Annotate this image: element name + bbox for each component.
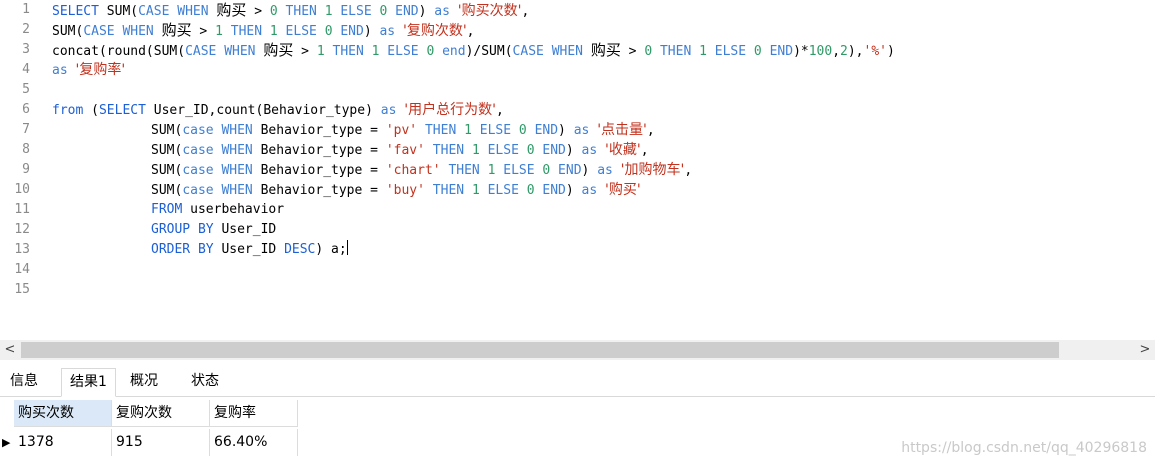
line-number: 12: [14, 222, 30, 237]
tab-profile[interactable]: 概况: [122, 368, 166, 396]
code-line[interactable]: as '复购率': [52, 60, 1155, 81]
table-cell[interactable]: 1378: [14, 429, 112, 456]
code-line[interactable]: SUM(case WHEN Behavior_type = 'fav' THEN…: [151, 140, 1155, 161]
line-number: 5: [22, 82, 30, 97]
column-header[interactable]: 购买次数: [14, 400, 112, 427]
watermark: https://blog.csdn.net/qq_40296818: [901, 440, 1147, 456]
line-number: 14: [14, 262, 30, 277]
line-number: 9: [22, 162, 30, 177]
line-number: 15: [14, 282, 30, 297]
line-number: 7: [22, 122, 30, 137]
line-number: 10: [14, 182, 30, 197]
code-line[interactable]: ORDER BY User_ID DESC) a;: [151, 240, 1155, 260]
code-line[interactable]: SUM(case WHEN Behavior_type = 'buy' THEN…: [151, 180, 1155, 201]
tab-result1[interactable]: 结果1: [61, 368, 116, 397]
sql-editor[interactable]: 1 2 3 4 5 6 7 8 9 10 11 12 13 14 15 SELE…: [0, 0, 1155, 340]
line-number: 13: [14, 242, 30, 257]
table-cell[interactable]: 66.40%: [210, 429, 298, 456]
code-line[interactable]: SELECT SUM(CASE WHEN 购买 > 0 THEN 1 ELSE …: [52, 0, 1155, 22]
line-number: 2: [22, 22, 30, 37]
code-line[interactable]: concat(round(SUM(CASE WHEN 购买 > 1 THEN 1…: [52, 40, 1155, 62]
line-number-gutter: 1 2 3 4 5 6 7 8 9 10 11 12 13 14 15: [0, 0, 46, 340]
code-line[interactable]: SUM(case WHEN Behavior_type = 'chart' TH…: [151, 160, 1155, 181]
code-line[interactable]: GROUP BY User_ID: [151, 220, 1155, 240]
code-line[interactable]: FROM userbehavior: [151, 200, 1155, 220]
table-cell[interactable]: 915: [112, 429, 210, 456]
code-line[interactable]: SUM(CASE WHEN 购买 > 1 THEN 1 ELSE 0 END) …: [52, 20, 1155, 42]
horizontal-scrollbar[interactable]: < >: [0, 340, 1155, 360]
tab-status[interactable]: 状态: [183, 368, 227, 396]
scroll-left-arrow-icon[interactable]: <: [0, 340, 20, 360]
line-number: 6: [22, 102, 30, 117]
line-number: 4: [22, 62, 30, 77]
line-number: 8: [22, 142, 30, 157]
scroll-right-arrow-icon[interactable]: >: [1135, 340, 1155, 360]
column-header[interactable]: 复购率: [210, 400, 298, 427]
line-number: 11: [14, 202, 30, 217]
result-tabs: 信息 结果1 概况 状态: [0, 368, 1155, 397]
code-line[interactable]: from (SELECT User_ID,count(Behavior_type…: [52, 100, 1155, 121]
line-number: 1: [22, 2, 30, 17]
scrollbar-thumb[interactable]: [21, 342, 1059, 358]
text-cursor: [346, 240, 348, 255]
code-line[interactable]: SUM(case WHEN Behavior_type = 'pv' THEN …: [151, 120, 1155, 141]
row-pointer-icon: ▶: [2, 436, 11, 449]
tab-info[interactable]: 信息: [2, 368, 46, 396]
column-header[interactable]: 复购次数: [112, 400, 210, 427]
line-number: 3: [22, 42, 30, 57]
